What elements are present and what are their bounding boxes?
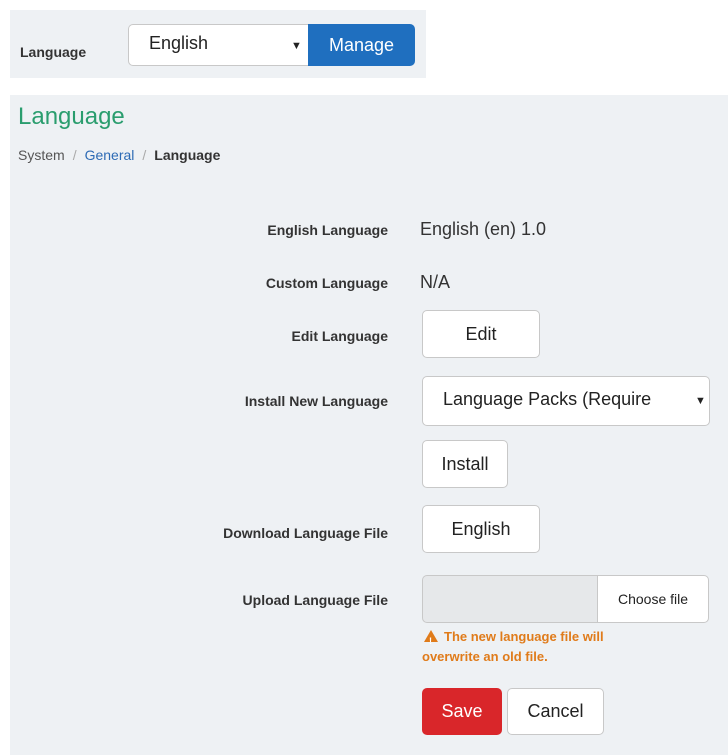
overwrite-warning: The new language file will overwrite an … <box>422 627 682 667</box>
custom-language-label: Custom Language <box>265 275 388 291</box>
download-language-file-label: Download Language File <box>223 525 388 541</box>
caret-down-icon: ▼ <box>695 395 706 407</box>
language-settings-panel: Language System / General / Language English… <box>10 95 728 755</box>
language-pack-select-value: Language Packs (Require <box>443 389 652 409</box>
upload-language-file-label: Upload Language File <box>242 592 388 608</box>
save-button[interactable]: Save <box>422 688 502 735</box>
warning-text-line1: The new language file will <box>444 629 604 644</box>
english-language-label: English Language <box>267 222 388 238</box>
warning-icon <box>424 630 438 651</box>
language-pack-select[interactable]: Language Packs (Require ▼ <box>422 376 710 426</box>
breadcrumb-system: System <box>18 147 65 163</box>
language-switcher-bar: Language English ▼ Manage <box>10 10 426 78</box>
install-button[interactable]: Install <box>422 440 508 488</box>
file-name-field[interactable] <box>422 575 598 623</box>
warning-text-line2: overwrite an old file. <box>422 649 548 664</box>
breadcrumb-current: Language <box>154 147 221 163</box>
edit-language-button[interactable]: Edit <box>422 310 540 358</box>
english-language-value: English (en) 1.0 <box>420 219 547 239</box>
edit-language-label: Edit Language <box>291 328 388 344</box>
download-english-button[interactable]: English <box>422 505 540 553</box>
manage-button[interactable]: Manage <box>308 24 415 66</box>
cancel-button[interactable]: Cancel <box>507 688 604 735</box>
breadcrumb-separator: / <box>72 147 77 163</box>
custom-language-value: N/A <box>420 272 451 292</box>
breadcrumb-separator: / <box>142 147 147 163</box>
language-switcher-label: Language <box>20 44 87 60</box>
language-switcher-select[interactable]: English ▼ <box>128 24 310 66</box>
language-switcher-value: English <box>149 33 209 53</box>
caret-down-icon: ▼ <box>291 40 302 52</box>
install-new-language-label: Install New Language <box>244 393 388 409</box>
breadcrumb-general-link[interactable]: General <box>85 147 135 163</box>
breadcrumb: System / General / Language <box>18 147 220 163</box>
page-title: Language <box>18 103 125 130</box>
choose-file-button[interactable]: Choose file <box>597 575 709 623</box>
